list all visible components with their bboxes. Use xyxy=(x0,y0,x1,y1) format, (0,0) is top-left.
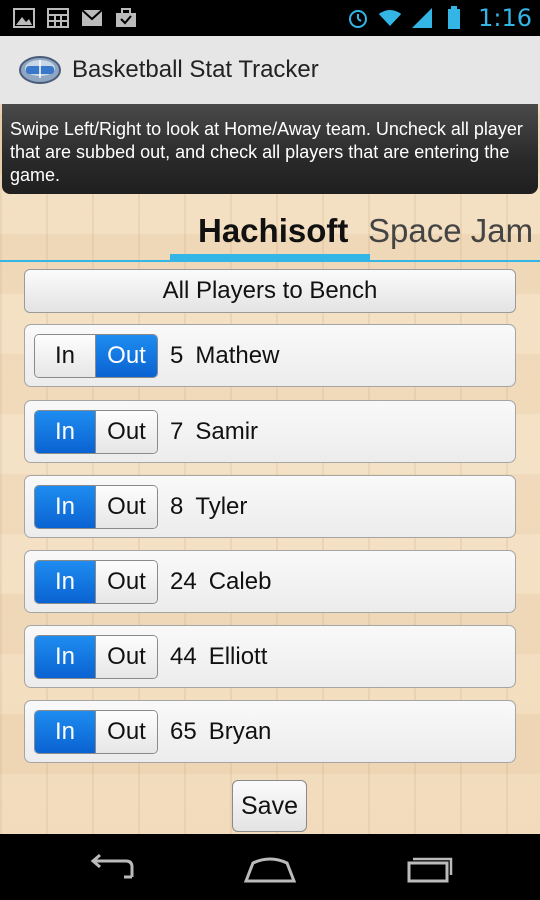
basketball-court-icon xyxy=(18,50,62,90)
briefcase-icon xyxy=(114,6,138,30)
player-row: In Out 7 Samir xyxy=(24,400,516,463)
signal-icon xyxy=(410,6,434,30)
in-out-toggle: In Out xyxy=(34,334,158,378)
in-out-toggle: In Out xyxy=(34,485,158,529)
all-players-to-bench-button[interactable]: All Players to Bench xyxy=(24,269,516,313)
player-name: Bryan xyxy=(208,718,272,745)
player-row: In Out 65 Bryan xyxy=(24,700,516,763)
in-button[interactable]: In xyxy=(35,335,97,377)
in-out-toggle: In Out xyxy=(34,560,158,604)
wifi-icon xyxy=(378,6,402,30)
player-row: In Out 24 Caleb xyxy=(24,550,516,613)
player-name: Tyler xyxy=(195,493,248,520)
player-number: 65 xyxy=(170,718,197,745)
gallery-icon xyxy=(12,6,36,30)
out-button[interactable]: Out xyxy=(96,411,157,453)
player-name: Elliott xyxy=(208,643,268,670)
out-button[interactable]: Out xyxy=(96,711,157,753)
player-label: 8 Tyler xyxy=(170,485,247,529)
player-number: 8 xyxy=(170,493,184,520)
in-button[interactable]: In xyxy=(35,561,97,603)
tab-space-jam[interactable]: Space Jam xyxy=(368,212,533,250)
save-button[interactable]: Save xyxy=(232,780,307,832)
in-button[interactable]: In xyxy=(35,711,97,753)
battery-icon xyxy=(442,6,466,30)
player-row: In Out 44 Elliott xyxy=(24,625,516,688)
app-title: Basketball Stat Tracker xyxy=(72,56,319,83)
player-name: Samir xyxy=(195,418,259,445)
player-row: In Out 8 Tyler xyxy=(24,475,516,538)
out-button[interactable]: Out xyxy=(96,636,157,678)
home-icon[interactable] xyxy=(240,848,300,888)
player-label: 24 Caleb xyxy=(170,560,271,604)
back-icon[interactable] xyxy=(82,848,142,888)
player-label: 44 Elliott xyxy=(170,635,267,679)
out-button[interactable]: Out xyxy=(96,486,157,528)
player-name: Mathew xyxy=(195,342,280,369)
player-label: 5 Mathew xyxy=(170,334,279,378)
tab-divider xyxy=(0,260,540,262)
in-out-toggle: In Out xyxy=(34,635,158,679)
in-out-toggle: In Out xyxy=(34,710,158,754)
player-label: 7 Samir xyxy=(170,410,258,454)
action-bar: Basketball Stat Tracker xyxy=(0,36,540,105)
player-number: 7 xyxy=(170,418,184,445)
out-button[interactable]: Out xyxy=(96,335,157,377)
in-button[interactable]: In xyxy=(35,411,97,453)
player-name: Caleb xyxy=(208,568,272,595)
player-number: 44 xyxy=(170,643,197,670)
navigation-bar xyxy=(0,834,540,900)
team-tabs: Hachisoft Space Jam xyxy=(0,206,540,264)
in-out-toggle: In Out xyxy=(34,410,158,454)
tab-hachisoft[interactable]: Hachisoft xyxy=(198,212,348,250)
player-number: 24 xyxy=(170,568,197,595)
player-number: 5 xyxy=(170,342,184,369)
alarm-icon xyxy=(346,6,370,30)
status-time: 1:16 xyxy=(478,4,532,32)
calendar-icon xyxy=(46,6,70,30)
recent-apps-icon[interactable] xyxy=(398,848,458,888)
out-button[interactable]: Out xyxy=(96,561,157,603)
in-button[interactable]: In xyxy=(35,486,97,528)
in-button[interactable]: In xyxy=(35,636,97,678)
status-bar: 1:16 xyxy=(0,0,540,36)
gmail-icon xyxy=(80,6,104,30)
player-row: In Out 5 Mathew xyxy=(24,324,516,387)
instruction-banner: Swipe Left/Right to look at Home/Away te… xyxy=(2,104,538,194)
player-label: 65 Bryan xyxy=(170,710,271,754)
